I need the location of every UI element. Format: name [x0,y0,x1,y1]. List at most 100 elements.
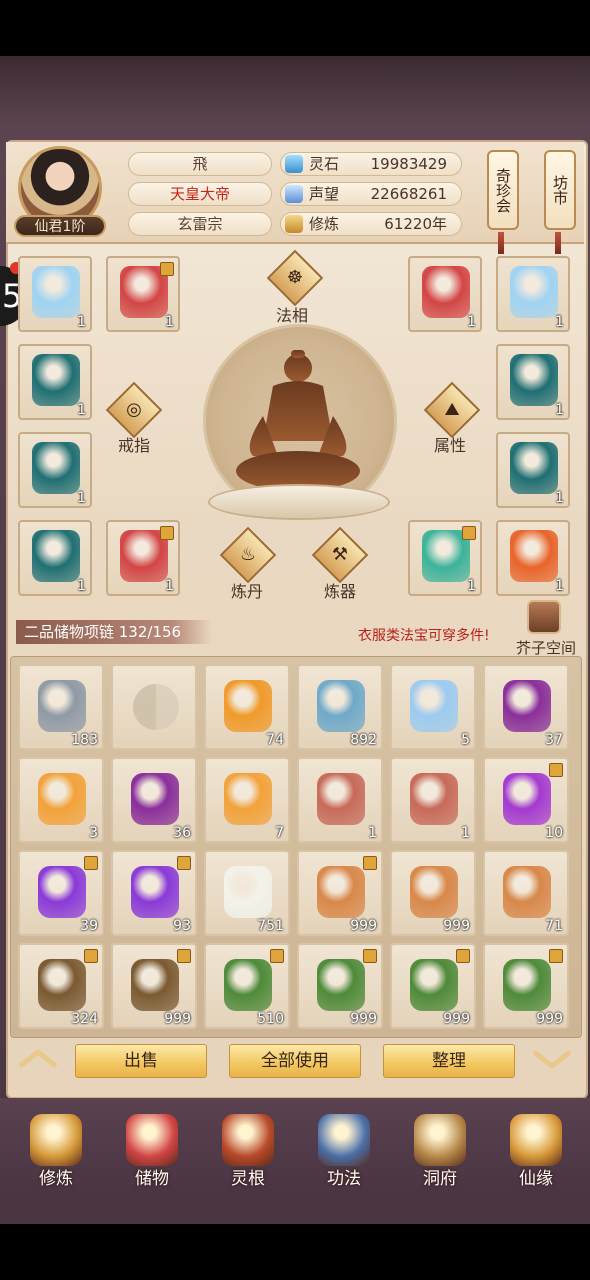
inventory-slot[interactable]: 5 [390,664,476,750]
equipment-slot[interactable]: 1 [408,520,482,596]
meditating-silhouette [236,350,360,491]
inventory-slot[interactable]: 892 [297,664,383,750]
equipment-slot[interactable]: 1 [106,256,180,332]
item-count: 7 [275,825,284,841]
inventory-slot[interactable]: 999 [390,850,476,936]
equipment-slot[interactable]: 1 [106,520,180,596]
cauldron-icon: ♨ [239,544,257,565]
orange-flame-icon [38,773,86,825]
item-count: 999 [350,1011,377,1027]
item-count: 999 [164,1011,191,1027]
treasure-fair-button[interactable]: 奇珍会 [487,150,519,230]
item-count: 1 [461,825,470,841]
equipment-slot[interactable]: 1 [408,256,482,332]
anvil-icon: ⚒ [331,544,349,565]
inventory-slot[interactable]: 183 [18,664,104,750]
nav-item-4[interactable]: 洞府 [400,1110,480,1190]
flame-armor-icon [510,530,558,582]
ginseng-icon [317,866,365,918]
inventory-slot[interactable]: 999 [297,943,383,1029]
item-count: 183 [71,732,98,748]
lock-icon [270,949,284,963]
stat-label: 修炼 [309,215,340,233]
use-all-button[interactable]: 全部使用 [229,1044,361,1078]
nav-item-3[interactable]: 功法 [304,1110,384,1190]
equipment-slot[interactable]: 1 [496,520,570,596]
cultivation-nav-icon [30,1114,82,1166]
inventory-slot[interactable]: 74 [204,664,290,750]
lock-icon [456,949,470,963]
inventory-slot[interactable]: 37 [483,664,569,750]
inventory-slot[interactable]: 999 [297,850,383,936]
inventory-slot[interactable]: 751 [204,850,290,936]
stat-value: 22668261 [370,185,447,203]
item-count: 892 [350,732,377,748]
inventory-slot[interactable]: 324 [18,943,104,1029]
crystal-ball-icon [38,866,86,918]
organize-button[interactable]: 整理 [383,1044,515,1078]
storage-capacity-banner: 二品储物项链 132/156 [16,620,212,644]
ring-label: 戒指 [118,436,151,455]
nav-label: 储物 [135,1169,169,1189]
inventory-slot[interactable]: 3 [18,757,104,843]
dragon-armor-icon [510,266,558,318]
inventory-slot[interactable]: 999 [111,943,197,1029]
inventory-slot[interactable] [111,664,197,750]
item-count: 37 [545,732,563,748]
item-count: 74 [266,732,284,748]
nav-item-0[interactable]: 修炼 [16,1110,96,1190]
inventory-slot[interactable]: 999 [390,943,476,1029]
cave-mansion-icon [414,1114,466,1166]
equipment-slot[interactable]: 1 [496,256,570,332]
ice-orb-icon [410,680,458,732]
teal-robe-icon [510,354,558,406]
equip-hint: 衣服类法宝可穿多件! [358,628,490,644]
teal-robe-icon [32,530,80,582]
character-sect: 玄雷宗 [128,212,272,236]
mustard-space-icon[interactable] [527,600,561,634]
stat-label: 声望 [309,185,340,203]
slot-count: 1 [77,402,86,418]
inventory-slot[interactable]: 1 [297,757,383,843]
inventory-slot[interactable]: 999 [483,943,569,1029]
lock-icon [160,262,174,276]
equipment-slot[interactable]: 1 [18,520,92,596]
equipment-slot[interactable]: 1 [18,432,92,508]
purple-flame-icon [503,680,551,732]
sell-button[interactable]: 出售 [75,1044,207,1078]
inventory-slot[interactable]: 10 [483,757,569,843]
equipment-slot[interactable]: 1 [18,256,92,332]
nav-item-5[interactable]: 仙缘 [496,1110,576,1190]
mustard-space-label[interactable]: 芥子空间 [516,637,576,658]
item-count: 999 [443,918,470,934]
scroll-down-arrow-icon[interactable] [530,1048,574,1072]
inventory-slot[interactable]: 510 [204,943,290,1029]
ring-icon: ◎ [126,399,142,420]
nav-item-1[interactable]: 储物 [112,1110,192,1190]
inventory-slot[interactable]: 39 [18,850,104,936]
nav-item-2[interactable]: 灵根 [208,1110,288,1190]
teal-robe-icon [32,442,80,494]
silver-ore-icon [38,680,86,732]
nav-label: 仙缘 [519,1169,553,1189]
inventory-slot[interactable]: 93 [111,850,197,936]
nav-label: 灵根 [231,1169,265,1189]
nav-label: 修炼 [39,1169,73,1189]
inventory-slot[interactable]: 7 [204,757,290,843]
lock-icon [549,949,563,963]
inventory-slot[interactable]: 36 [111,757,197,843]
market-button[interactable]: 坊市 [544,150,576,230]
equipment-slot[interactable]: 1 [18,344,92,420]
teal-robe-icon [32,354,80,406]
inventory-slot[interactable]: 71 [483,850,569,936]
equipment-slot[interactable]: 1 [496,432,570,508]
purple-flame-icon [131,773,179,825]
flower-herb-icon [224,959,272,1011]
orange-flame-icon [224,773,272,825]
empty-taiji-icon [133,684,179,730]
equipment-slot[interactable]: 1 [496,344,570,420]
scroll-up-arrow-icon[interactable] [16,1046,60,1070]
dragon-armor-icon [32,266,80,318]
spirit-root-icon [222,1114,274,1166]
inventory-slot[interactable]: 1 [390,757,476,843]
